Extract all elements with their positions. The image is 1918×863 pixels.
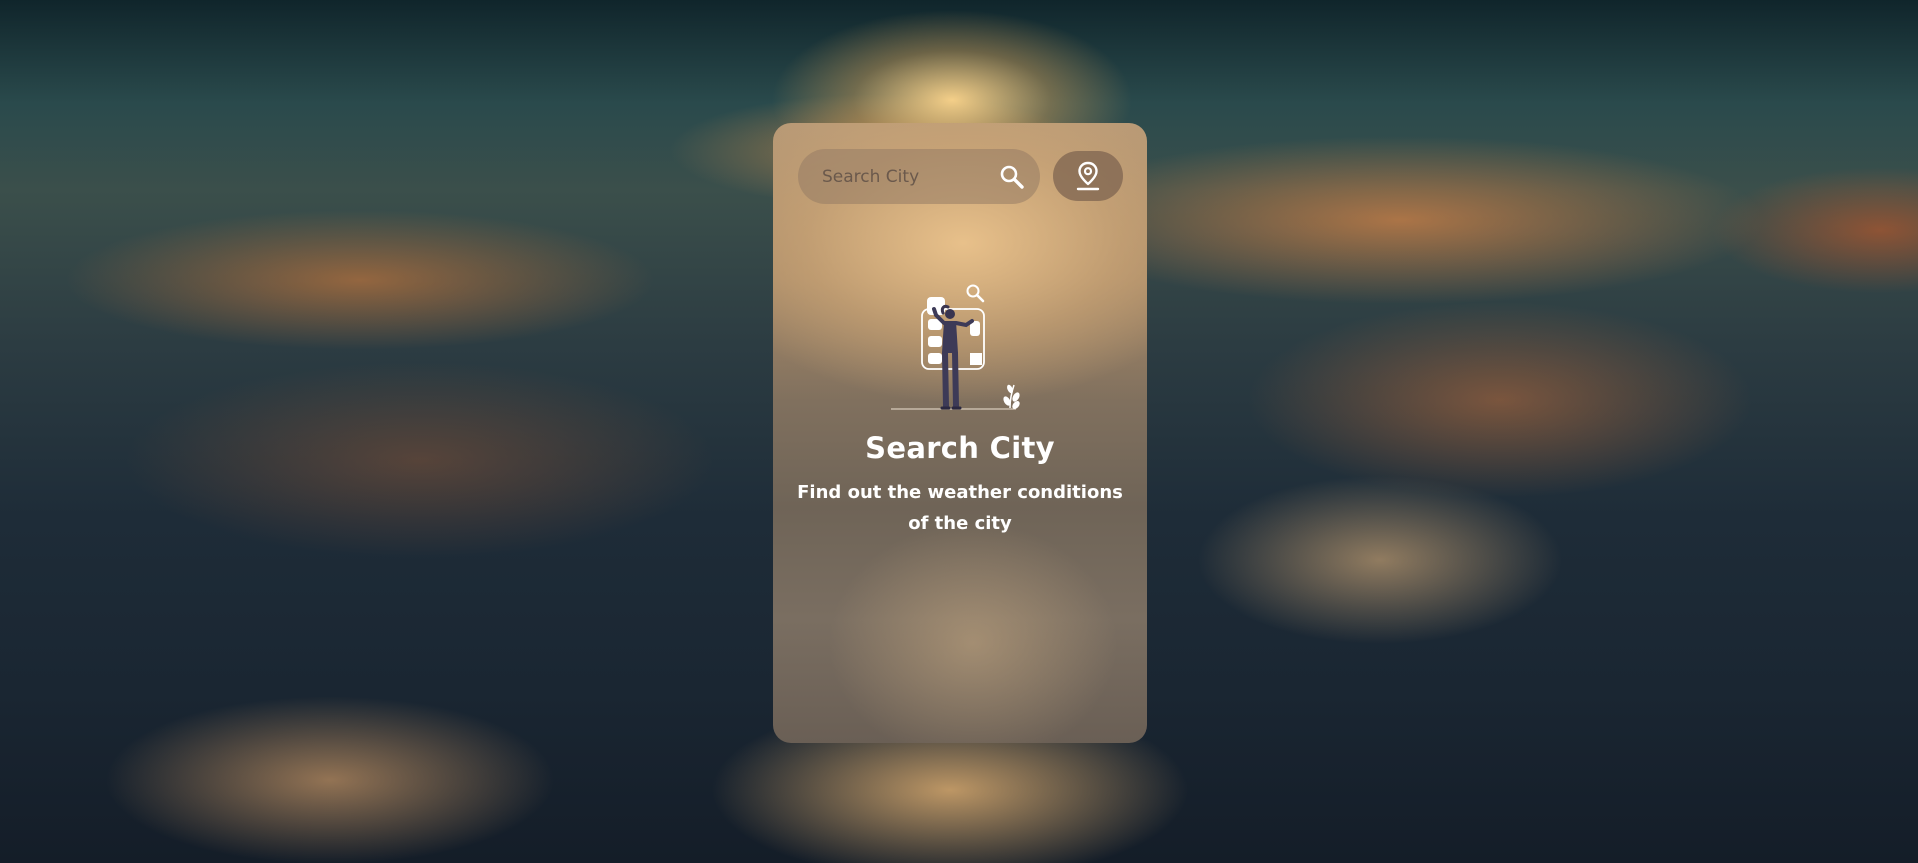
search-input[interactable] <box>820 161 994 193</box>
map-pin-icon <box>1076 161 1100 191</box>
search-icon <box>1000 165 1024 189</box>
search-bar <box>798 149 1040 204</box>
person-searching-city-illustration <box>891 284 1020 410</box>
weather-card: Search City Find out the weather conditi… <box>773 123 1147 743</box>
current-location-button[interactable] <box>1053 151 1123 201</box>
search-button[interactable] <box>998 163 1026 191</box>
empty-state-subtitle: Find out the weather conditions of the c… <box>797 482 1123 534</box>
empty-state-title: Search City <box>865 431 1055 465</box>
